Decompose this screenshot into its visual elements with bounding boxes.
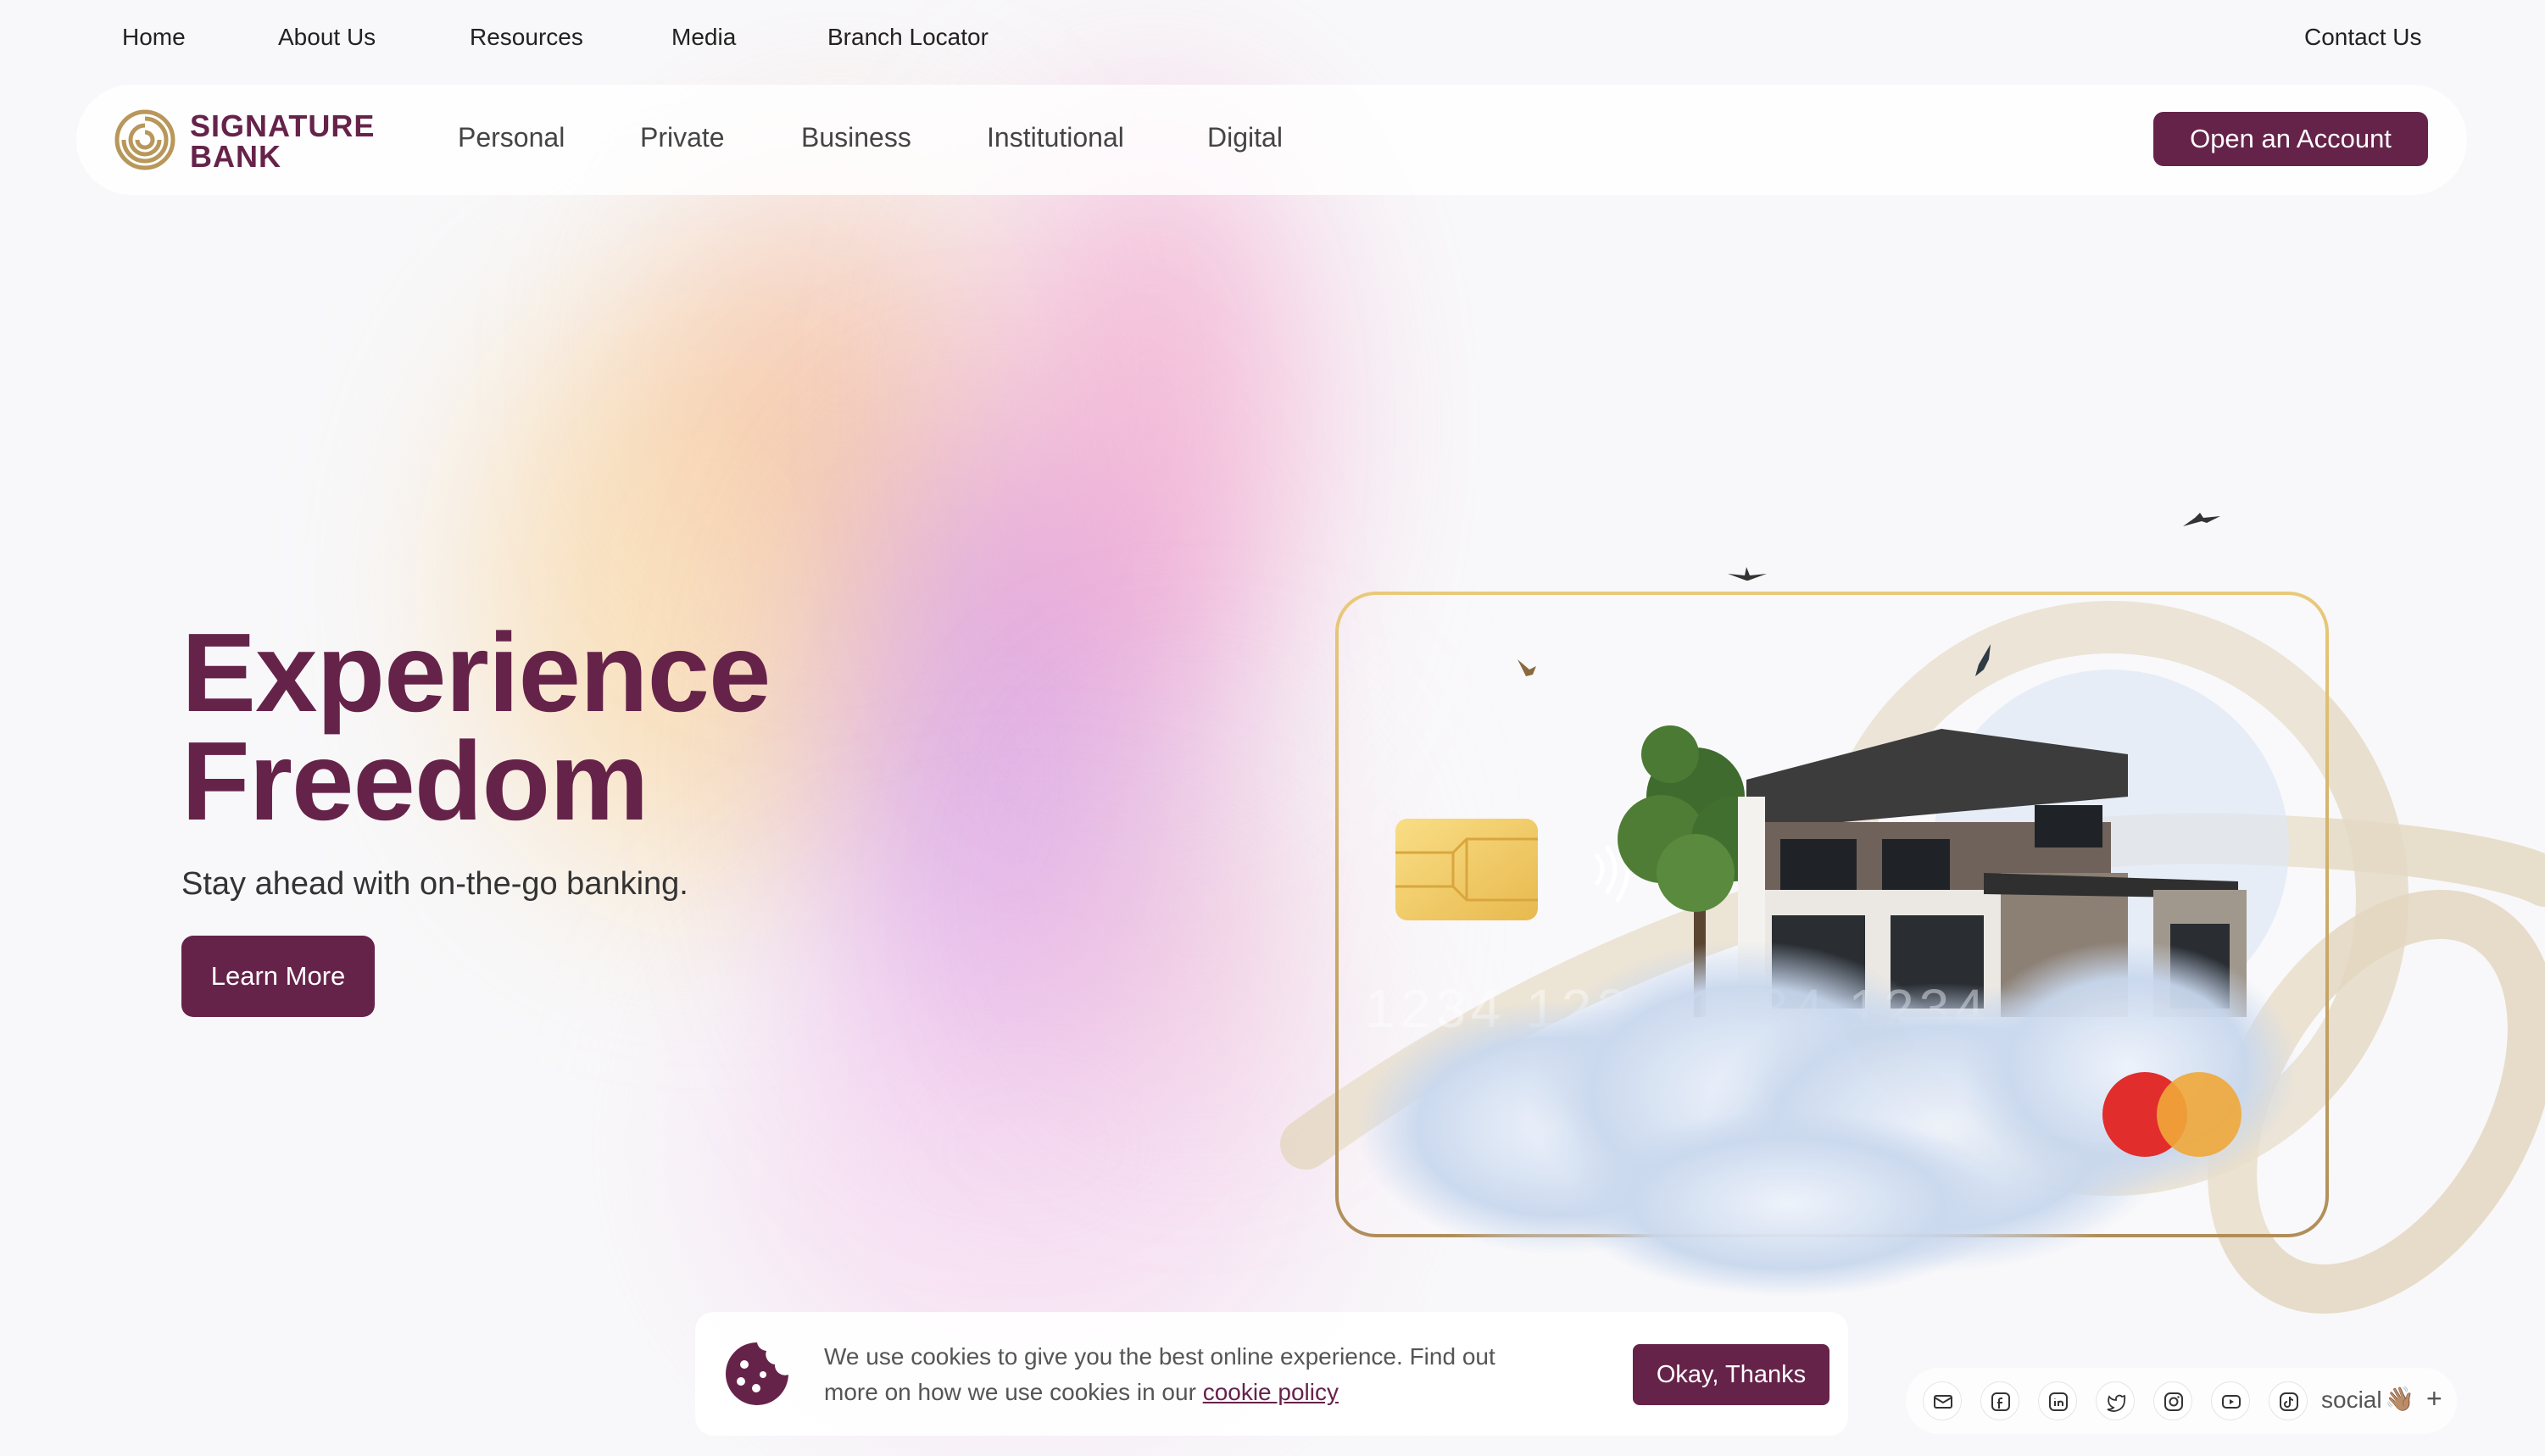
nav-resources-link[interactable]: Resources: [470, 24, 583, 51]
hero-title-line1: Experience: [181, 610, 771, 735]
menu-digital[interactable]: Digital: [1207, 122, 1283, 153]
cookie-icon: [726, 1342, 788, 1405]
linkedin-icon[interactable]: [2038, 1381, 2077, 1420]
tiktok-icon[interactable]: [2269, 1381, 2308, 1420]
nav-home-link[interactable]: Home: [122, 24, 186, 51]
nav-contact-us-link[interactable]: Contact Us: [2304, 24, 2422, 51]
nav-media-link[interactable]: Media: [671, 24, 736, 51]
cookie-message-text: We use cookies to give you the best onli…: [824, 1343, 1495, 1405]
brand-logo[interactable]: SIGNATURE BANK: [114, 103, 402, 176]
nav-about-us-link[interactable]: About Us: [278, 24, 376, 51]
cookie-policy-link[interactable]: cookie policy: [1203, 1379, 1339, 1405]
menu-personal[interactable]: Personal: [458, 122, 565, 153]
social-label: social: [2321, 1387, 2382, 1413]
hero-title: Experience Freedom: [181, 617, 771, 837]
brand-name-line2: BANK: [190, 139, 281, 174]
cookie-message: We use cookies to give you the best onli…: [824, 1339, 1553, 1410]
hero-subtitle: Stay ahead with on-the-go banking.: [181, 866, 688, 902]
social-expand-button[interactable]: +: [2426, 1383, 2442, 1414]
chip-icon: [1395, 819, 1538, 920]
cookie-banner: We use cookies to give you the best onli…: [695, 1312, 1848, 1436]
okay-thanks-button[interactable]: Okay, Thanks: [1633, 1344, 1829, 1405]
menu-private[interactable]: Private: [640, 122, 725, 153]
social-bar: social 👋🏽 +: [1906, 1368, 2457, 1434]
hero-title-line2: Freedom: [181, 719, 649, 843]
email-icon[interactable]: [1923, 1381, 1962, 1420]
learn-more-button[interactable]: Learn More: [181, 936, 375, 1017]
instagram-icon[interactable]: [2153, 1381, 2192, 1420]
open-account-button[interactable]: Open an Account: [2153, 112, 2428, 166]
twitter-icon[interactable]: [2096, 1381, 2135, 1420]
waving-hand-icon: 👋🏽: [2385, 1386, 2414, 1412]
facebook-icon[interactable]: [1980, 1381, 2019, 1420]
youtube-icon[interactable]: [2211, 1381, 2250, 1420]
nav-branch-locator-link[interactable]: Branch Locator: [827, 24, 988, 51]
spiral-logo-icon: [114, 109, 175, 170]
credit-card-illustration: 1234 1234 1234 1234: [1280, 513, 2545, 1314]
mastercard-logo-icon: [2102, 1072, 2241, 1157]
main-nav: SIGNATURE BANK Personal Private Business…: [76, 85, 2467, 195]
menu-institutional[interactable]: Institutional: [987, 122, 1124, 153]
utility-nav: Home About Us Resources Media Branch Loc…: [0, 0, 2545, 78]
menu-business[interactable]: Business: [801, 122, 911, 153]
